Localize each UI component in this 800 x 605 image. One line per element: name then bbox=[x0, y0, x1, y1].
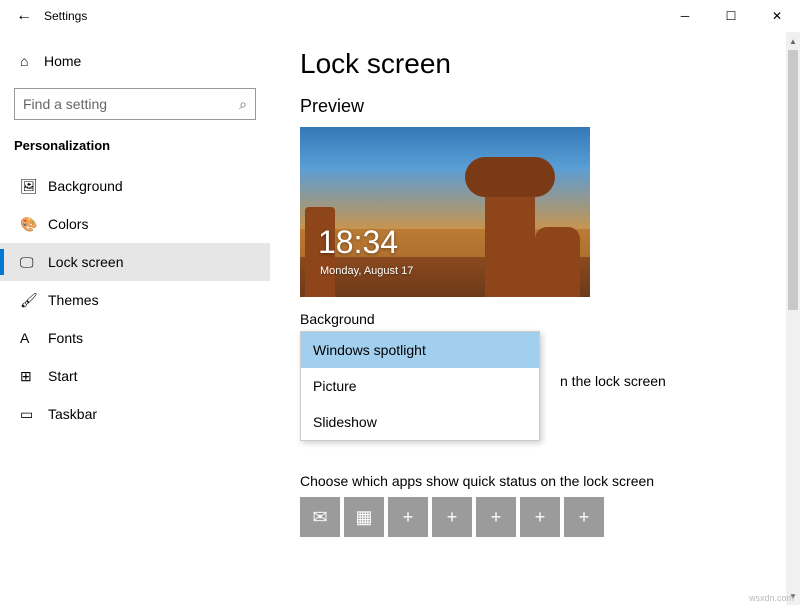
preview-clock: 18:34 bbox=[318, 224, 398, 261]
quick-app-add-1[interactable]: + bbox=[388, 497, 428, 537]
sidebar-item-label: Themes bbox=[48, 292, 99, 308]
dropdown-option-slideshow[interactable]: Slideshow bbox=[301, 404, 539, 440]
quick-app-mail[interactable]: ✉ bbox=[300, 497, 340, 537]
close-button[interactable]: ✕ bbox=[754, 0, 800, 32]
home-label: Home bbox=[44, 53, 81, 69]
quick-app-add-5[interactable]: + bbox=[564, 497, 604, 537]
background-dropdown[interactable]: Windows spotlight Picture Slideshow bbox=[300, 331, 540, 441]
dropdown-option-picture[interactable]: Picture bbox=[301, 368, 539, 404]
plus-icon: + bbox=[447, 507, 458, 528]
titlebar: ← Settings ─ ☐ ✕ bbox=[0, 0, 800, 32]
maximize-button[interactable]: ☐ bbox=[708, 0, 754, 32]
quick-app-add-4[interactable]: + bbox=[520, 497, 560, 537]
sidebar-item-label: Fonts bbox=[48, 330, 83, 346]
sidebar-item-colors[interactable]: 🎨 Colors bbox=[0, 205, 270, 243]
sidebar-item-label: Lock screen bbox=[48, 254, 123, 270]
sidebar-item-lock-screen[interactable]: 🖵 Lock screen bbox=[0, 243, 270, 281]
sidebar-item-background[interactable]: 🖼 Background bbox=[0, 167, 270, 205]
calendar-icon: ▦ bbox=[355, 507, 372, 528]
plus-icon: + bbox=[491, 507, 502, 528]
home-icon: ⌂ bbox=[20, 53, 44, 69]
quick-app-add-2[interactable]: + bbox=[432, 497, 472, 537]
search-input[interactable]: Find a setting ⌕ bbox=[14, 88, 256, 120]
start-icon: ⊞ bbox=[20, 368, 48, 385]
palette-icon: 🎨 bbox=[20, 216, 48, 233]
dropdown-option-spotlight[interactable]: Windows spotlight bbox=[301, 332, 539, 368]
plus-icon: + bbox=[403, 507, 414, 528]
quick-app-add-3[interactable]: + bbox=[476, 497, 516, 537]
search-icon: ⌕ bbox=[239, 96, 247, 113]
lock-screen-icon: 🖵 bbox=[20, 254, 48, 271]
mail-icon: ✉ bbox=[312, 507, 327, 528]
sidebar-item-start[interactable]: ⊞ Start bbox=[0, 357, 270, 395]
search-placeholder: Find a setting bbox=[23, 96, 239, 112]
quick-status-app-row: ✉ ▦ + + + + + bbox=[300, 497, 770, 537]
sidebar-item-label: Colors bbox=[48, 216, 88, 232]
category-header: Personalization bbox=[0, 132, 270, 167]
preview-date: Monday, August 17 bbox=[320, 265, 413, 277]
page-title: Lock screen bbox=[300, 48, 770, 80]
sidebar-item-label: Taskbar bbox=[48, 406, 97, 422]
brush-icon: 🖌 bbox=[20, 292, 48, 309]
sidebar-home[interactable]: ⌂ Home bbox=[0, 42, 270, 80]
taskbar-icon: ▭ bbox=[20, 406, 48, 423]
plus-icon: + bbox=[535, 507, 546, 528]
lock-screen-preview[interactable]: 18:34 Monday, August 17 bbox=[300, 127, 590, 297]
plus-icon: + bbox=[579, 507, 590, 528]
quick-status-label: Choose which apps show quick status on t… bbox=[300, 473, 770, 489]
sidebar-item-taskbar[interactable]: ▭ Taskbar bbox=[0, 395, 270, 433]
sidebar-item-label: Start bbox=[48, 368, 78, 384]
picture-icon: 🖼 bbox=[20, 178, 48, 195]
content-area: Lock screen Preview 18:34 Monday, August… bbox=[270, 32, 800, 605]
sidebar: ⌂ Home Find a setting ⌕ Personalization … bbox=[0, 32, 270, 605]
preview-label: Preview bbox=[300, 96, 770, 117]
sidebar-item-fonts[interactable]: A Fonts bbox=[0, 319, 270, 357]
detailed-status-label-partial: n the lock screen bbox=[560, 373, 740, 389]
sidebar-item-label: Background bbox=[48, 178, 123, 194]
minimize-button[interactable]: ─ bbox=[662, 0, 708, 32]
back-button[interactable]: ← bbox=[8, 0, 40, 32]
sidebar-item-themes[interactable]: 🖌 Themes bbox=[0, 281, 270, 319]
background-label: Background bbox=[300, 311, 770, 327]
font-icon: A bbox=[20, 330, 48, 346]
quick-app-calendar[interactable]: ▦ bbox=[344, 497, 384, 537]
scroll-up-icon[interactable]: ▲ bbox=[786, 34, 800, 48]
scroll-thumb[interactable] bbox=[788, 50, 798, 310]
app-title: Settings bbox=[44, 9, 87, 23]
scrollbar[interactable]: ▲ ▼ bbox=[786, 32, 800, 605]
watermark: wsxdn.com bbox=[749, 593, 794, 603]
